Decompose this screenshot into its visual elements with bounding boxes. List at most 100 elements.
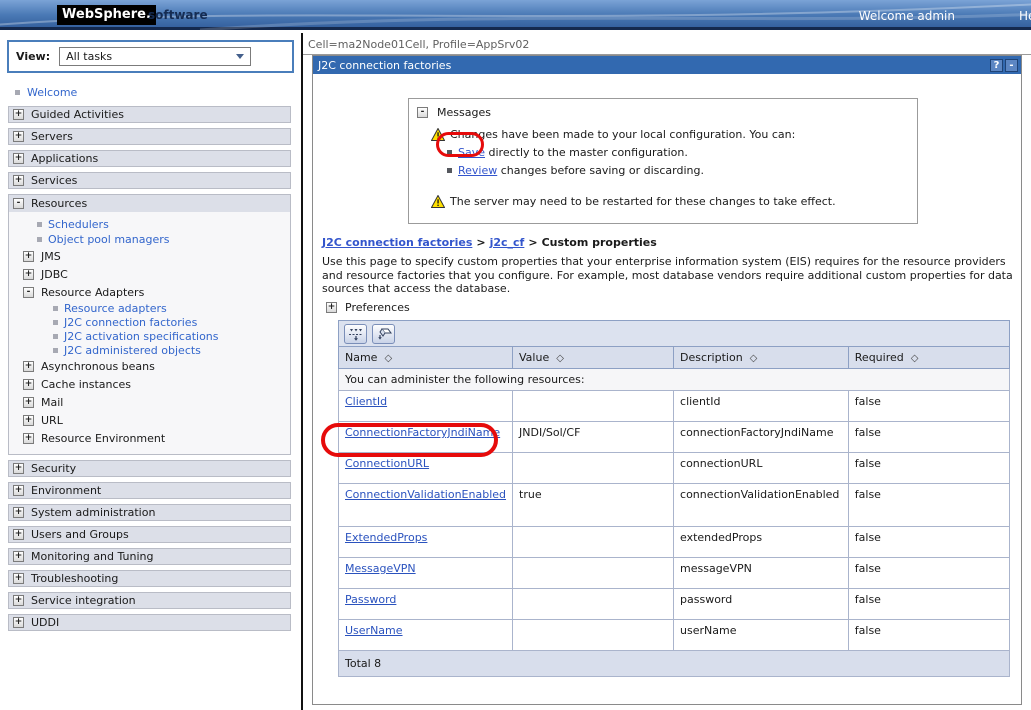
- expand-icon[interactable]: +: [23, 269, 34, 280]
- property-link-username[interactable]: UserName: [345, 624, 403, 637]
- sidebar-section-security[interactable]: + Security: [8, 460, 291, 477]
- breadcrumb-link-j2c-cf[interactable]: j2c_cf: [490, 236, 525, 249]
- websphere-logo: WebSphere.: [57, 5, 156, 25]
- expand-icon[interactable]: +: [13, 463, 24, 474]
- expand-icon[interactable]: +: [13, 551, 24, 562]
- sidebar-section-uddi[interactable]: + UDDI: [8, 614, 291, 631]
- sidebar-node-mail[interactable]: + Mail: [23, 393, 290, 411]
- sidebar-item-object-pool-managers[interactable]: Object pool managers: [37, 232, 290, 247]
- expand-icon[interactable]: +: [13, 573, 24, 584]
- messages-box: - Messages Changes have been made to you…: [408, 98, 918, 224]
- table-total-row: Total 8: [339, 651, 1010, 677]
- navigation-tree: Welcome + Guided Activities + Servers + …: [0, 84, 301, 631]
- property-link-connectionurl[interactable]: ConnectionURL: [345, 457, 429, 470]
- property-link-connectionvalidationenabled[interactable]: ConnectionValidationEnabled: [345, 488, 506, 501]
- expand-icon[interactable]: +: [13, 175, 24, 186]
- property-link-extendedprops[interactable]: ExtendedProps: [345, 531, 427, 544]
- sidebar-node-url[interactable]: + URL: [23, 411, 290, 429]
- property-value: true: [513, 484, 674, 527]
- minimize-icon[interactable]: -: [1005, 59, 1018, 72]
- websphere-admin-console: WebSphere. software Welcome admin He Vie…: [0, 0, 1031, 710]
- column-header-name[interactable]: Name◇: [339, 347, 513, 369]
- sort-icon[interactable]: ◇: [750, 353, 758, 364]
- sidebar-section-monitoring-and-tuning[interactable]: + Monitoring and Tuning: [8, 548, 291, 565]
- websphere-logo-suffix: software: [148, 8, 208, 22]
- resources-children: Schedulers Object pool managers + JMS + …: [9, 212, 290, 454]
- sidebar-section-guided-activities[interactable]: + Guided Activities: [8, 106, 291, 123]
- sidebar-section-services[interactable]: + Services: [8, 172, 291, 189]
- show-filter-button[interactable]: [344, 324, 367, 344]
- property-link-clientid[interactable]: ClientId: [345, 395, 387, 408]
- property-description: messageVPN: [674, 558, 849, 589]
- bullet-icon: [447, 150, 452, 155]
- preferences-toggle[interactable]: + Preferences: [326, 301, 410, 314]
- sidebar-node-jms[interactable]: + JMS: [23, 247, 290, 265]
- property-link-messagevpn[interactable]: MessageVPN: [345, 562, 416, 575]
- expand-icon[interactable]: +: [13, 529, 24, 540]
- table-row: ConnectionFactoryJndiName JNDI/Sol/CF co…: [339, 422, 1010, 453]
- warning-icon: [431, 128, 445, 141]
- sidebar-node-resource-adapters[interactable]: - Resource Adapters: [23, 283, 290, 301]
- sidebar-node-cache-instances[interactable]: + Cache instances: [23, 375, 290, 393]
- column-header-required[interactable]: Required◇: [848, 347, 1009, 369]
- expand-icon[interactable]: +: [23, 433, 34, 444]
- sidebar-node-jdbc[interactable]: + JDBC: [23, 265, 290, 283]
- sidebar-item-welcome[interactable]: Welcome: [8, 84, 291, 101]
- expand-icon[interactable]: +: [13, 153, 24, 164]
- column-header-description[interactable]: Description◇: [674, 347, 849, 369]
- view-select[interactable]: All tasks: [59, 47, 251, 66]
- property-required: false: [848, 453, 1009, 484]
- sidebar-section-servers[interactable]: + Servers: [8, 128, 291, 145]
- breadcrumb-link-j2c-connection-factories[interactable]: J2C connection factories: [322, 236, 472, 249]
- sidebar-item-j2c-activation-specifications[interactable]: J2C activation specifications: [53, 329, 290, 343]
- help-link[interactable]: He: [1019, 9, 1031, 23]
- expand-icon[interactable]: +: [13, 507, 24, 518]
- review-link[interactable]: Review: [458, 164, 497, 177]
- sidebar-item-j2c-connection-factories[interactable]: J2C connection factories: [53, 315, 290, 329]
- sidebar-section-users-and-groups[interactable]: + Users and Groups: [8, 526, 291, 543]
- sidebar-section-resources[interactable]: - Resources: [9, 195, 290, 212]
- collapse-icon[interactable]: -: [13, 198, 24, 209]
- expand-icon[interactable]: +: [13, 485, 24, 496]
- clear-filter-button[interactable]: [372, 324, 395, 344]
- navigation-sidebar: View: All tasks Welcome + Guided Activit…: [0, 33, 301, 710]
- save-link[interactable]: Save: [458, 146, 485, 159]
- property-required: false: [848, 589, 1009, 620]
- sort-icon[interactable]: ◇: [911, 353, 919, 364]
- sort-icon[interactable]: ◇: [556, 353, 564, 364]
- table-row: ClientId clientId false: [339, 391, 1010, 422]
- portlet-body: - Messages Changes have been made to you…: [313, 74, 1021, 704]
- sidebar-item-schedulers[interactable]: Schedulers: [37, 217, 290, 232]
- collapse-icon[interactable]: -: [417, 107, 428, 118]
- expand-icon[interactable]: +: [326, 302, 337, 313]
- column-header-value[interactable]: Value◇: [513, 347, 674, 369]
- sidebar-section-applications[interactable]: + Applications: [8, 150, 291, 167]
- property-required: false: [848, 558, 1009, 589]
- expand-icon[interactable]: +: [23, 251, 34, 262]
- top-banner: WebSphere. software Welcome admin He: [0, 0, 1031, 30]
- property-link-connectionfactoryjndiname[interactable]: ConnectionFactoryJndiName: [345, 426, 500, 439]
- sidebar-section-environment[interactable]: + Environment: [8, 482, 291, 499]
- expand-icon[interactable]: +: [13, 131, 24, 142]
- property-description: connectionFactoryJndiName: [674, 422, 849, 453]
- expand-icon[interactable]: +: [13, 109, 24, 120]
- collapse-icon[interactable]: -: [23, 287, 34, 298]
- help-icon[interactable]: ?: [990, 59, 1003, 72]
- sidebar-item-resource-adapters[interactable]: Resource adapters: [53, 301, 290, 315]
- sort-icon[interactable]: ◇: [384, 353, 392, 364]
- expand-icon[interactable]: +: [23, 397, 34, 408]
- expand-icon[interactable]: +: [13, 617, 24, 628]
- expand-icon[interactable]: +: [13, 595, 24, 606]
- sidebar-section-system-administration[interactable]: + System administration: [8, 504, 291, 521]
- sidebar-section-troubleshooting[interactable]: + Troubleshooting: [8, 570, 291, 587]
- expand-icon[interactable]: +: [23, 361, 34, 372]
- expand-icon[interactable]: +: [23, 415, 34, 426]
- sidebar-node-resource-environment[interactable]: + Resource Environment: [23, 429, 290, 447]
- property-link-password[interactable]: Password: [345, 593, 396, 606]
- expand-icon[interactable]: +: [23, 379, 34, 390]
- sidebar-section-service-integration[interactable]: + Service integration: [8, 592, 291, 609]
- breadcrumb: J2C connection factories>j2c_cf>Custom p…: [322, 236, 657, 249]
- sidebar-node-asynchronous-beans[interactable]: + Asynchronous beans: [23, 357, 290, 375]
- property-required: false: [848, 391, 1009, 422]
- sidebar-item-j2c-administered-objects[interactable]: J2C administered objects: [53, 343, 290, 357]
